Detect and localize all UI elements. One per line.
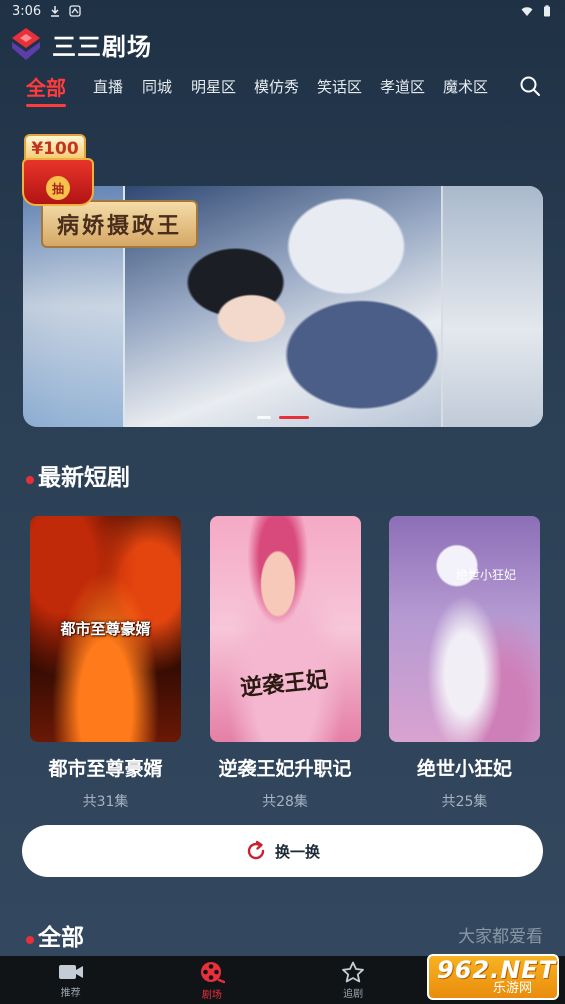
nav-theater-label: 剧场 <box>201 989 222 1001</box>
banner-dot-active <box>279 416 309 419</box>
status-time: 3:06 <box>12 3 42 19</box>
drama-title: 都市至尊豪婿 <box>48 758 163 780</box>
drama-list: 都市至尊豪婿 都市至尊豪婿 共31集 逆袭王妃 逆袭王妃升职记 共28集 绝世小… <box>30 516 540 811</box>
drama-title: 逆袭王妃升职记 <box>218 758 352 780</box>
drama-poster[interactable]: 都市至尊豪婿 <box>30 516 181 742</box>
poster-title: 都市至尊豪婿 <box>60 620 151 638</box>
nav-theater[interactable]: 剧场 <box>172 960 252 1001</box>
star-icon <box>342 961 365 982</box>
red-packet-lottery[interactable]: ¥100 抽 <box>14 128 104 210</box>
section-popular-link[interactable]: 大家都爱看 <box>458 922 543 947</box>
app-header: 三三剧场 <box>10 24 152 64</box>
drama-card[interactable]: 都市至尊豪婿 都市至尊豪婿 共31集 <box>30 516 181 811</box>
nav-recommend[interactable]: 推荐 <box>31 962 111 999</box>
download-icon <box>51 6 60 17</box>
section-dot-icon <box>26 476 34 484</box>
tab-stars[interactable]: 明星区 <box>191 76 236 97</box>
watermark-sub: 乐游网 <box>493 981 533 996</box>
nav-follow-label: 追剧 <box>343 988 364 1000</box>
section-all-title: 全部 <box>26 918 84 952</box>
red-packet-seal: 抽 <box>46 176 70 200</box>
banner-carousel[interactable]: 病娇摄政王 <box>23 186 543 427</box>
watermark-main: 962.NET <box>437 956 557 984</box>
drama-episodes: 共28集 <box>262 794 308 810</box>
tab-all[interactable]: 全部 <box>26 72 66 107</box>
nav-follow[interactable]: 追剧 <box>313 961 393 1000</box>
site-watermark: 962.NET 乐游网 <box>427 954 559 1000</box>
app-notification-icon <box>69 5 81 17</box>
app-logo-icon <box>12 28 40 60</box>
tab-imitation[interactable]: 模仿秀 <box>254 76 299 97</box>
refresh-button[interactable]: 换一换 <box>22 825 543 877</box>
tab-jokes[interactable]: 笑话区 <box>317 76 362 97</box>
drama-title: 绝世小狂妃 <box>416 758 512 780</box>
app-title: 三三剧场 <box>52 32 152 61</box>
section-latest-title: 最新短剧 <box>26 458 130 492</box>
drama-episodes: 共31集 <box>82 794 129 810</box>
banner-side-image <box>443 186 543 427</box>
category-tabs: 全部 直播 同城 明星区 模仿秀 笑话区 孝道区 魔术区 <box>0 66 565 107</box>
tab-magic[interactable]: 魔术区 <box>443 76 488 97</box>
search-icon[interactable] <box>519 75 541 97</box>
tab-filial[interactable]: 孝道区 <box>380 76 425 97</box>
refresh-label: 换一换 <box>274 842 320 861</box>
tab-local[interactable]: 同城 <box>142 76 172 97</box>
poster-title: 绝世小狂妃 <box>455 568 516 582</box>
refresh-icon <box>247 840 265 860</box>
drama-card[interactable]: 绝世小狂妃 绝世小狂妃 共25集 <box>389 516 540 811</box>
section-dot-icon <box>26 936 34 944</box>
banner-dot <box>257 416 271 419</box>
drama-card[interactable]: 逆袭王妃 逆袭王妃升职记 共28集 <box>209 516 361 811</box>
section-latest-label: 最新短剧 <box>38 465 130 491</box>
poster-title: 逆袭王妃 <box>238 666 329 702</box>
film-reel-icon <box>200 961 225 983</box>
drama-episodes: 共25集 <box>441 794 488 810</box>
status-bar: 3:06 <box>0 0 565 22</box>
wifi-icon <box>521 7 533 16</box>
drama-poster[interactable]: 逆袭王妃 <box>209 516 361 742</box>
battery-icon <box>544 5 550 17</box>
drama-poster[interactable]: 绝世小狂妃 <box>389 516 540 742</box>
section-all-label: 全部 <box>38 925 84 951</box>
banner-indicator <box>257 416 309 419</box>
tab-live[interactable]: 直播 <box>93 76 123 97</box>
nav-recommend-label: 推荐 <box>60 987 81 999</box>
video-camera-icon <box>58 964 83 979</box>
